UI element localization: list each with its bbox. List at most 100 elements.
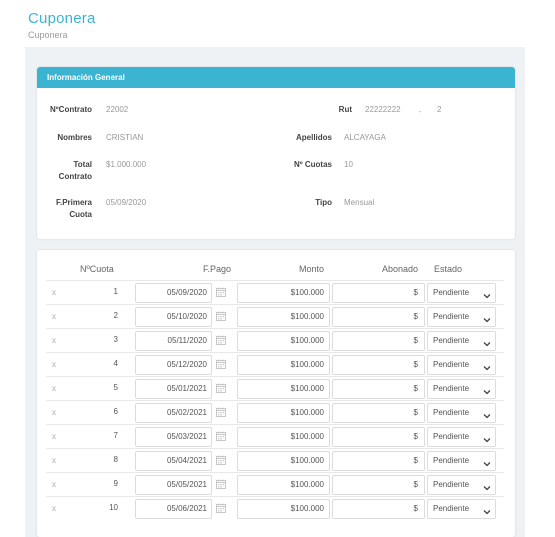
calendar-icon[interactable] xyxy=(216,308,226,321)
calendar-icon[interactable] xyxy=(216,452,226,465)
primera-label-line2: Cuota xyxy=(69,210,92,219)
cuotas-label: Nº Cuotas xyxy=(293,160,332,169)
calendar-icon[interactable] xyxy=(216,332,226,345)
estado-select[interactable]: Pendiente xyxy=(427,307,496,327)
table-row: x 8 05/04/2021 $100.000 $ Pendiente xyxy=(46,448,504,472)
table-row: x 1 05/09/2020 $100.000 $ Pendiente xyxy=(46,280,504,304)
chevron-down-icon xyxy=(483,481,491,491)
remove-row-button[interactable]: x xyxy=(52,312,56,321)
tipo-value: Mensual xyxy=(344,198,375,207)
fecha-pago-input[interactable]: 05/12/2020 xyxy=(135,355,212,375)
estado-select[interactable]: Pendiente xyxy=(427,475,496,495)
estado-value: Pendiente xyxy=(433,336,470,345)
cuota-number: 2 xyxy=(113,311,118,320)
nombres-label: Nombres xyxy=(57,133,92,142)
remove-row-button[interactable]: x xyxy=(52,336,56,345)
fecha-pago-input[interactable]: 05/09/2020 xyxy=(135,283,212,303)
abonado-input[interactable]: $ xyxy=(332,403,425,423)
fecha-pago-input[interactable]: 05/01/2021 xyxy=(135,379,212,399)
monto-input[interactable]: $100.000 xyxy=(237,307,330,327)
rut-dv-value: 2 xyxy=(437,105,442,114)
monto-input[interactable]: $100.000 xyxy=(237,451,330,471)
col-header-estado: Estado xyxy=(434,264,463,274)
contrato-label: NºContrato xyxy=(49,105,92,114)
remove-row-button[interactable]: x xyxy=(52,504,56,513)
estado-select[interactable]: Pendiente xyxy=(427,283,496,303)
monto-input[interactable]: $100.000 xyxy=(237,427,330,447)
cuotas-value: 10 xyxy=(344,160,353,169)
chevron-down-icon xyxy=(483,409,491,419)
fecha-pago-input[interactable]: 05/03/2021 xyxy=(135,427,212,447)
abonado-input[interactable]: $ xyxy=(332,355,425,375)
estado-value: Pendiente xyxy=(433,288,470,297)
chevron-down-icon xyxy=(483,361,491,371)
remove-row-button[interactable]: x xyxy=(52,288,56,297)
fecha-pago-input[interactable]: 05/06/2021 xyxy=(135,499,212,519)
col-header-abonado: Abonado xyxy=(382,264,419,274)
breadcrumb: Cuponera xyxy=(28,30,68,40)
total-label-line1: Total xyxy=(73,160,92,169)
fecha-pago-input[interactable]: 05/05/2021 xyxy=(135,475,212,495)
table-row: x 4 05/12/2020 $100.000 $ Pendiente xyxy=(46,352,504,376)
fecha-pago-input[interactable]: 05/04/2021 xyxy=(135,451,212,471)
remove-row-button[interactable]: x xyxy=(52,456,56,465)
calendar-icon[interactable] xyxy=(216,404,226,417)
estado-select[interactable]: Pendiente xyxy=(427,451,496,471)
chevron-down-icon xyxy=(483,313,491,323)
col-header-monto: Monto xyxy=(299,264,325,274)
monto-input[interactable]: $100.000 xyxy=(237,379,330,399)
remove-row-button[interactable]: x xyxy=(52,432,56,441)
cuota-number: 1 xyxy=(113,287,118,296)
estado-select[interactable]: Pendiente xyxy=(427,355,496,375)
fecha-pago-input[interactable]: 05/11/2020 xyxy=(135,331,212,351)
monto-input[interactable]: $100.000 xyxy=(237,403,330,423)
table-row: x 6 05/02/2021 $100.000 $ Pendiente xyxy=(46,400,504,424)
monto-input[interactable]: $100.000 xyxy=(237,355,330,375)
estado-value: Pendiente xyxy=(433,480,470,489)
remove-row-button[interactable]: x xyxy=(52,408,56,417)
table-row: x 9 05/05/2021 $100.000 $ Pendiente xyxy=(46,472,504,496)
monto-input[interactable]: $100.000 xyxy=(237,499,330,519)
abonado-input[interactable]: $ xyxy=(332,451,425,471)
estado-select[interactable]: Pendiente xyxy=(427,499,496,519)
calendar-icon[interactable] xyxy=(216,500,226,513)
cuota-number: 9 xyxy=(113,479,118,488)
info-card: Información General xyxy=(37,67,515,239)
estado-value: Pendiente xyxy=(433,504,470,513)
remove-row-button[interactable]: x xyxy=(52,384,56,393)
abonado-input[interactable]: $ xyxy=(332,283,425,303)
calendar-icon[interactable] xyxy=(216,284,226,297)
abonado-input[interactable]: $ xyxy=(332,379,425,399)
estado-select[interactable]: Pendiente xyxy=(427,379,496,399)
abonado-input[interactable]: $ xyxy=(332,427,425,447)
rut-value: 22222222 xyxy=(365,105,401,114)
abonado-input[interactable]: $ xyxy=(332,331,425,351)
cuota-number: 10 xyxy=(109,503,118,512)
fecha-pago-input[interactable]: 05/02/2021 xyxy=(135,403,212,423)
monto-input[interactable]: $100.000 xyxy=(237,475,330,495)
calendar-icon[interactable] xyxy=(216,356,226,369)
estado-select[interactable]: Pendiente xyxy=(427,427,496,447)
fecha-pago-input[interactable]: 05/10/2020 xyxy=(135,307,212,327)
chevron-down-icon xyxy=(483,289,491,299)
estado-select[interactable]: Pendiente xyxy=(427,403,496,423)
estado-value: Pendiente xyxy=(433,432,470,441)
abonado-input[interactable]: $ xyxy=(332,475,425,495)
calendar-icon[interactable] xyxy=(216,428,226,441)
total-label-line2: Contrato xyxy=(58,172,92,181)
abonado-input[interactable]: $ xyxy=(332,307,425,327)
primera-cuota-label: F.Primera Cuota xyxy=(40,197,92,221)
estado-value: Pendiente xyxy=(433,360,470,369)
table-row: x 5 05/01/2021 $100.000 $ Pendiente xyxy=(46,376,504,400)
table-row: x 3 05/11/2020 $100.000 $ Pendiente xyxy=(46,328,504,352)
remove-row-button[interactable]: x xyxy=(52,480,56,489)
estado-select[interactable]: Pendiente xyxy=(427,331,496,351)
remove-row-button[interactable]: x xyxy=(52,360,56,369)
monto-input[interactable]: $100.000 xyxy=(237,331,330,351)
abonado-input[interactable]: $ xyxy=(332,499,425,519)
calendar-icon[interactable] xyxy=(216,476,226,489)
estado-value: Pendiente xyxy=(433,456,470,465)
apellidos-label: Apellidos xyxy=(295,133,332,142)
monto-input[interactable]: $100.000 xyxy=(237,283,330,303)
calendar-icon[interactable] xyxy=(216,380,226,393)
